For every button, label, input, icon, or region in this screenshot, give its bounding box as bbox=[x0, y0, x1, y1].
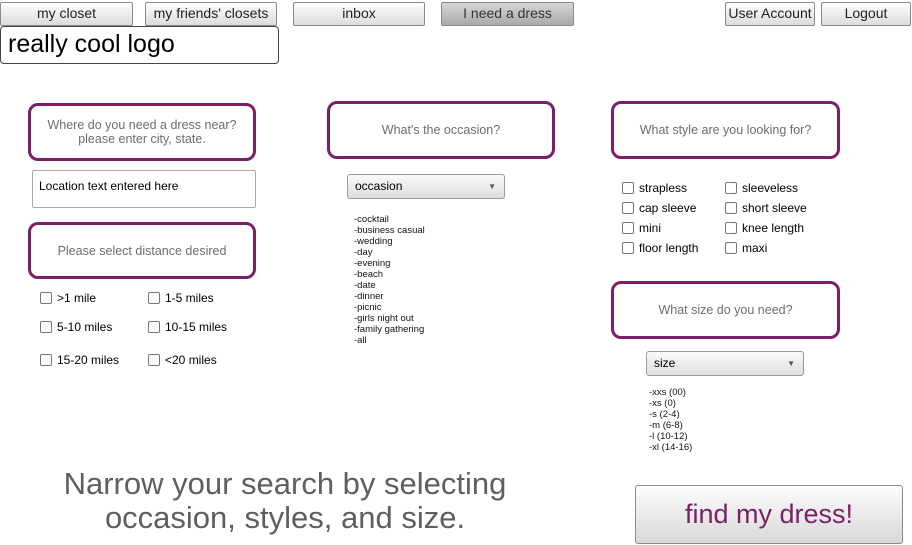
nav-user-account[interactable]: User Account bbox=[725, 2, 815, 26]
checkbox[interactable] bbox=[622, 242, 634, 254]
list-item: -wedding bbox=[354, 236, 393, 247]
distance-label: 1-5 miles bbox=[165, 291, 214, 305]
style-label: maxi bbox=[742, 241, 768, 255]
size-select[interactable]: size ▼ bbox=[646, 351, 804, 376]
style-label: floor length bbox=[639, 241, 699, 255]
chevron-down-icon: ▼ bbox=[787, 359, 795, 368]
distance-prompt: Please select distance desired bbox=[28, 222, 256, 279]
size-select-value: size bbox=[654, 356, 676, 370]
list-item: -girls night out bbox=[354, 313, 414, 324]
list-item: -s (2-4) bbox=[649, 409, 680, 420]
list-item: -xs (0) bbox=[649, 398, 676, 409]
list-item: -business casual bbox=[354, 225, 425, 236]
distance-option[interactable]: 15-20 miles bbox=[40, 353, 119, 367]
distance-option[interactable]: 1-5 miles bbox=[148, 291, 214, 305]
checkbox[interactable] bbox=[148, 292, 160, 304]
checkbox[interactable] bbox=[725, 242, 737, 254]
distance-option[interactable]: >1 mile bbox=[40, 291, 96, 305]
list-item: -dinner bbox=[354, 291, 384, 302]
list-item: -date bbox=[354, 280, 376, 291]
list-item: -all bbox=[354, 335, 367, 346]
location-prompt: Where do you need a dress near? please e… bbox=[28, 103, 256, 161]
distance-label: 15-20 miles bbox=[57, 353, 120, 367]
checkbox[interactable] bbox=[148, 321, 160, 333]
list-item: -cocktail bbox=[354, 214, 389, 225]
tagline: Narrow your search by selecting occasion… bbox=[30, 467, 540, 535]
list-item: -picnic bbox=[354, 302, 382, 313]
style-label: short sleeve bbox=[742, 201, 807, 215]
style-option[interactable]: maxi bbox=[725, 241, 767, 255]
checkbox[interactable] bbox=[40, 292, 52, 304]
location-prompt-line2: please enter city, state. bbox=[78, 132, 206, 146]
style-prompt: What style are you looking for? bbox=[611, 101, 840, 159]
distance-option[interactable]: 10-15 miles bbox=[148, 320, 227, 334]
occasion-options-list: -cocktail -business casual -wedding -day… bbox=[354, 214, 474, 346]
style-option[interactable]: knee length bbox=[725, 221, 804, 235]
checkbox[interactable] bbox=[725, 202, 737, 214]
style-option[interactable]: strapless bbox=[622, 181, 687, 195]
location-input[interactable]: Location text entered here bbox=[32, 170, 256, 208]
checkbox[interactable] bbox=[622, 202, 634, 214]
tagline-line1: Narrow your search by selecting bbox=[63, 466, 507, 501]
checkbox[interactable] bbox=[148, 354, 160, 366]
checkbox[interactable] bbox=[40, 354, 52, 366]
checkbox[interactable] bbox=[725, 222, 737, 234]
logo[interactable]: really cool logo bbox=[0, 26, 279, 64]
style-option[interactable]: floor length bbox=[622, 241, 698, 255]
location-prompt-line1: Where do you need a dress near? bbox=[47, 118, 237, 132]
list-item: -m (6-8) bbox=[649, 420, 683, 431]
style-option[interactable]: cap sleeve bbox=[622, 201, 696, 215]
occasion-select-value: occasion bbox=[355, 179, 403, 193]
size-options-list: -xxs (00) -xs (0) -s (2-4) -m (6-8) -l (… bbox=[649, 387, 749, 453]
distance-option[interactable]: <20 miles bbox=[148, 353, 217, 367]
nav-logout[interactable]: Logout bbox=[821, 2, 911, 26]
occasion-prompt: What's the occasion? bbox=[327, 101, 555, 159]
list-item: -family gathering bbox=[354, 324, 425, 335]
chevron-down-icon: ▼ bbox=[488, 182, 496, 191]
list-item: -xxs (00) bbox=[649, 387, 686, 398]
style-label: strapless bbox=[639, 181, 688, 195]
list-item: -evening bbox=[354, 258, 391, 269]
checkbox[interactable] bbox=[725, 182, 737, 194]
nav-my-closet[interactable]: my closet bbox=[0, 2, 133, 26]
nav-friends-closets[interactable]: my friends' closets bbox=[145, 2, 277, 26]
style-option[interactable]: sleeveless bbox=[725, 181, 798, 195]
checkbox[interactable] bbox=[40, 321, 52, 333]
style-label: cap sleeve bbox=[639, 201, 697, 215]
style-option[interactable]: short sleeve bbox=[725, 201, 807, 215]
find-my-dress-button[interactable]: find my dress! bbox=[635, 485, 903, 544]
list-item: -day bbox=[354, 247, 373, 258]
distance-label: <20 miles bbox=[165, 353, 217, 367]
distance-label: 10-15 miles bbox=[165, 320, 228, 334]
list-item: -xl (14-16) bbox=[649, 442, 693, 453]
tagline-line2: occasion, styles, and size. bbox=[104, 500, 466, 535]
style-label: sleeveless bbox=[742, 181, 799, 195]
distance-label: 5-10 miles bbox=[57, 320, 113, 334]
nav-inbox[interactable]: inbox bbox=[293, 2, 425, 26]
nav-need-dress[interactable]: I need a dress bbox=[441, 2, 574, 26]
checkbox[interactable] bbox=[622, 182, 634, 194]
style-label: mini bbox=[639, 221, 662, 235]
occasion-select[interactable]: occasion ▼ bbox=[347, 174, 505, 199]
checkbox[interactable] bbox=[622, 222, 634, 234]
distance-option[interactable]: 5-10 miles bbox=[40, 320, 112, 334]
list-item: -beach bbox=[354, 269, 384, 280]
style-label: knee length bbox=[742, 221, 805, 235]
list-item: -l (10-12) bbox=[649, 431, 688, 442]
style-option[interactable]: mini bbox=[622, 221, 661, 235]
distance-label: >1 mile bbox=[57, 291, 97, 305]
size-prompt: What size do you need? bbox=[611, 281, 840, 339]
